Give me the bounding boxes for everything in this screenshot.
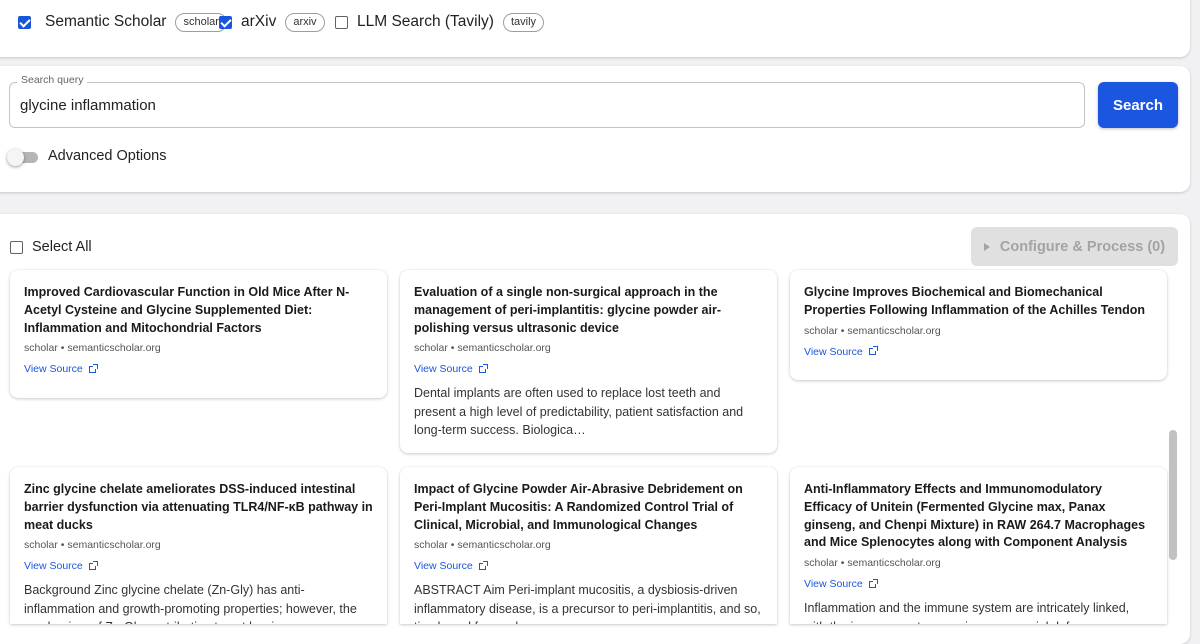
view-source-link[interactable]: View Source xyxy=(804,577,1153,591)
external-link-icon xyxy=(88,560,98,570)
play-icon xyxy=(983,242,990,251)
result-meta: scholar • semanticscholar.org xyxy=(24,539,161,552)
source-tag-chip: tavily xyxy=(502,12,545,32)
result-abstract: ABSTRACT Aim Peri-implant mucositis, a d… xyxy=(414,583,761,624)
result-title: Zinc glycine chelate ameliorates DSS-ind… xyxy=(24,482,373,532)
result-card[interactable]: Impact of Glycine Powder Air-Abrasive De… xyxy=(400,467,777,624)
source-label: LLM Search (Tavily) xyxy=(357,13,494,30)
view-source-link[interactable]: View Source xyxy=(804,345,1153,359)
scrollbar-thumb[interactable] xyxy=(1169,430,1177,560)
llm-search-checkbox[interactable] xyxy=(335,15,348,29)
source-option-llm-search[interactable]: LLM Search (Tavily) tavily xyxy=(335,12,545,32)
search-field-legend: Search query xyxy=(17,74,88,86)
search-button[interactable]: Search xyxy=(1098,82,1178,128)
configure-process-label: Configure & Process (0) xyxy=(999,238,1166,255)
result-meta: scholar • semanticscholar.org xyxy=(414,342,551,355)
source-label: arXiv xyxy=(241,13,277,30)
source-option-semantic-scholar[interactable]: Semantic Scholar scholar xyxy=(18,12,227,32)
result-title: Impact of Glycine Powder Air-Abrasive De… xyxy=(414,482,743,532)
view-source-link[interactable]: View Source xyxy=(414,362,763,376)
configure-process-button[interactable]: Configure & Process (0) xyxy=(971,227,1178,266)
result-title: Evaluation of a single non-surgical appr… xyxy=(414,285,721,335)
result-abstract: Dental implants are often used to replac… xyxy=(414,386,744,438)
advanced-options-label: Advanced Options xyxy=(48,148,167,164)
result-meta: scholar • semanticscholar.org xyxy=(414,539,551,552)
result-card[interactable]: Zinc glycine chelate ameliorates DSS-ind… xyxy=(10,467,387,624)
external-link-icon xyxy=(868,346,878,356)
toggle-thumb[interactable] xyxy=(7,149,24,166)
semantic-scholar-checkbox[interactable] xyxy=(18,15,31,29)
external-link-icon xyxy=(478,560,488,570)
external-link-icon xyxy=(88,363,98,373)
source-label: Semantic Scholar xyxy=(45,13,167,30)
view-source-link[interactable]: View Source xyxy=(24,559,373,573)
select-all[interactable]: Select All xyxy=(10,239,92,255)
result-card[interactable]: Evaluation of a single non-surgical appr… xyxy=(400,270,777,453)
search-input[interactable] xyxy=(20,96,1060,114)
select-all-checkbox[interactable] xyxy=(10,240,23,254)
result-card[interactable]: Improved Cardiovascular Function in Old … xyxy=(10,270,387,398)
arxiv-checkbox[interactable] xyxy=(219,15,232,29)
result-abstract: Background Zinc glycine chelate (Zn-Gly)… xyxy=(24,583,357,624)
result-meta: scholar • semanticscholar.org xyxy=(24,342,161,355)
source-tag-chip: arxiv xyxy=(285,12,325,32)
external-link-icon xyxy=(868,578,878,588)
select-all-label: Select All xyxy=(32,239,92,255)
result-abstract: Inflammation and the immune system are i… xyxy=(804,601,1130,624)
result-title: Anti-Inflammatory Effects and Immunomodu… xyxy=(804,482,1146,550)
view-source-link[interactable]: View Source xyxy=(414,559,763,573)
view-source-link[interactable]: View Source xyxy=(24,362,373,376)
result-meta: scholar • semanticscholar.org xyxy=(804,324,941,337)
external-link-icon xyxy=(478,363,488,373)
result-title: Improved Cardiovascular Function in Old … xyxy=(24,285,350,335)
result-meta: scholar • semanticscholar.org xyxy=(804,557,941,570)
result-title: Glycine Improves Biochemical and Biomech… xyxy=(804,285,1145,317)
source-option-arxiv[interactable]: arXiv arxiv xyxy=(219,12,325,32)
result-card[interactable]: Anti-Inflammatory Effects and Immunomodu… xyxy=(790,467,1167,624)
result-card[interactable]: Glycine Improves Biochemical and Biomech… xyxy=(790,270,1167,380)
